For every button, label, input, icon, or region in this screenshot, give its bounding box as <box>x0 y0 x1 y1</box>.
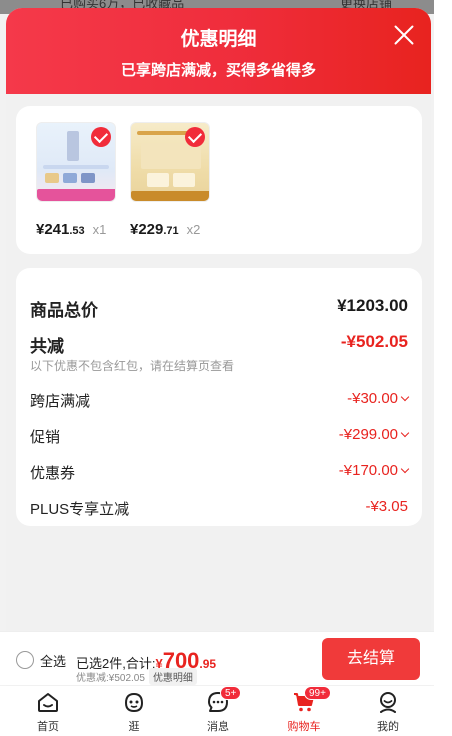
tab-label: 逛 <box>128 721 140 733</box>
discount-value: -¥170.00 <box>338 462 410 479</box>
tab-home[interactable]: 首页 <box>23 690 73 734</box>
product-bottle-shape <box>67 131 79 161</box>
discount-note: 以下优惠不包含红包，请在结算页查看 <box>30 359 235 373</box>
product-price-row: ¥241.53 x1 <box>36 221 106 238</box>
checkmark-icon <box>185 127 205 147</box>
discount-amount: -¥30.00 <box>347 390 398 407</box>
product-decor-block <box>45 173 59 183</box>
discount-amount-text: 优惠减:¥502.05 <box>76 673 145 684</box>
product-thumbnail[interactable] <box>130 122 210 202</box>
tab-profile[interactable]: 我的 <box>363 690 413 734</box>
checkout-button[interactable]: 去结算 <box>322 638 420 680</box>
product-price-decimal: .71 <box>163 225 179 237</box>
product-decor-block <box>147 173 169 187</box>
product-price-decimal: .53 <box>69 225 85 237</box>
discount-label: PLUS专享立减 <box>30 501 130 518</box>
total-reduction-value: -¥502.05 <box>340 332 408 351</box>
total-price-decimal: .95 <box>199 657 217 671</box>
discount-detail-tag[interactable]: 优惠明细 <box>148 668 197 685</box>
tab-browse[interactable]: 逛 <box>109 690 159 734</box>
discount-line: 优惠减:¥502.05 优惠明细 <box>76 668 197 685</box>
discount-label: 优惠券 <box>30 465 76 482</box>
product-quantity: x2 <box>186 222 201 237</box>
message-icon: 5+ <box>206 686 242 714</box>
message-badge: 5+ <box>220 686 242 700</box>
product-decor-block <box>173 173 195 187</box>
chevron-down-icon <box>400 392 410 402</box>
product-decor-block <box>141 143 201 169</box>
product-price: ¥229 <box>130 221 164 238</box>
discount-detail-sheet: 优惠明细 已享跨店满减，买得多省得多 ¥241.53 x1 ¥229.71 x2… <box>6 8 431 736</box>
product-decor-block <box>63 173 77 183</box>
select-all-label[interactable]: 全选 <box>40 651 66 670</box>
checkmark-icon <box>91 127 111 147</box>
total-price-value: ¥1203.00 <box>337 296 408 315</box>
chevron-down-icon <box>400 464 410 474</box>
product-decor-bar <box>43 165 109 169</box>
total-reduction-label: 共减 <box>30 337 64 356</box>
product-decor-block <box>81 173 95 183</box>
discount-label: 跨店满减 <box>30 393 91 410</box>
product-promo-bar <box>37 189 115 201</box>
sheet-header: 优惠明细 已享跨店满减，买得多省得多 <box>6 8 431 94</box>
product-item[interactable] <box>36 122 116 202</box>
product-price: ¥241 <box>36 221 70 238</box>
sheet-title: 优惠明细 <box>180 29 257 50</box>
total-price-label: 商品总价 <box>30 301 98 320</box>
phone-screen: 已购买6万，已收藏品 更换店铺 优惠明细 已享跨店满减，买得多省得多 ¥241.… <box>0 0 434 736</box>
product-item[interactable] <box>130 122 210 202</box>
tab-cart[interactable]: 99+ 购物车 <box>279 686 331 734</box>
profile-icon <box>376 690 400 714</box>
discount-amount: -¥170.00 <box>338 462 398 479</box>
product-price-row: ¥229.71 x2 <box>130 221 200 238</box>
browse-icon <box>122 690 146 714</box>
product-promo-bar <box>131 191 209 201</box>
discount-label: 促销 <box>30 429 61 446</box>
chevron-down-icon <box>400 428 410 438</box>
cart-badge: 99+ <box>304 686 331 700</box>
tab-messages[interactable]: 5+ 消息 <box>193 686 243 734</box>
discount-value: -¥3.05 <box>365 498 408 515</box>
tab-label: 我的 <box>377 721 399 733</box>
discount-value: -¥299.00 <box>338 426 410 443</box>
select-all-radio[interactable] <box>16 651 34 669</box>
product-card: ¥241.53 x1 ¥229.71 x2 <box>16 106 422 254</box>
discount-value: -¥30.00 <box>347 390 410 407</box>
product-thumbnail[interactable] <box>36 122 116 202</box>
product-quantity: x1 <box>92 222 107 237</box>
tab-label: 首页 <box>37 721 59 733</box>
tab-label: 购物车 <box>287 721 321 733</box>
tab-label: 消息 <box>207 721 229 733</box>
bottom-tab-bar: 首页 逛 5+ 消息 99+ 购物车 我的 <box>0 686 434 736</box>
close-icon[interactable] <box>393 24 415 46</box>
checkout-bar: 全选 已选2件,合计:¥700.95 优惠减:¥502.05 优惠明细 去结算 <box>0 631 434 685</box>
sheet-subtitle: 已享跨店满减，买得多省得多 <box>120 62 316 79</box>
home-icon <box>36 690 60 714</box>
price-summary-card: 商品总价 ¥1203.00 共减 -¥502.05 以下优惠不包含红包，请在结算… <box>16 268 422 526</box>
cart-icon: 99+ <box>292 686 331 714</box>
discount-amount: -¥299.00 <box>338 426 398 443</box>
